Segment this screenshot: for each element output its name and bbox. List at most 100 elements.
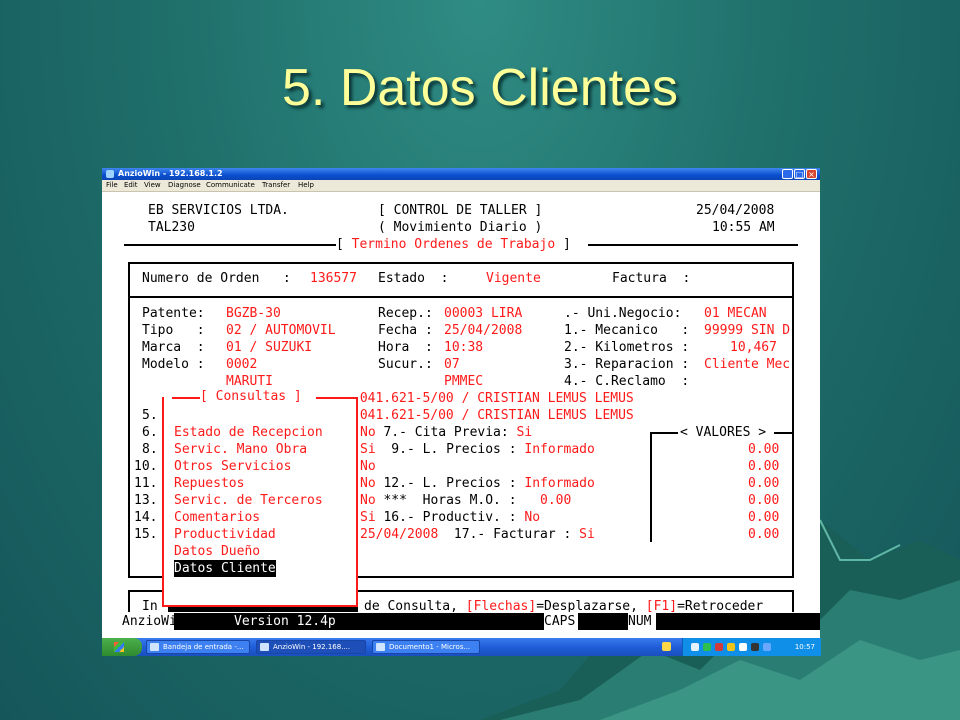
minimize-button[interactable]: _ [782, 169, 793, 179]
mechanic-label: 1.- Mecanico : [564, 323, 690, 338]
slide-title: 5. Datos Clientes [282, 59, 678, 117]
header-date: 25/04/2008 [696, 203, 775, 218]
field-row: No 12.- L. Precios : Informado [360, 476, 595, 491]
help-prefix: In [142, 599, 158, 612]
taskbar-item-inbox[interactable]: Bandeja de entrada -... [146, 640, 250, 654]
terminal-screen[interactable]: EB SERVICIOS LTDA. TAL230 [ CONTROL DE T… [102, 192, 820, 612]
field-number: 10. [134, 459, 158, 474]
popup-shadow [168, 607, 358, 612]
order-box-left [128, 262, 130, 298]
consultas-item[interactable]: Servic. Mano Obra [174, 441, 307, 458]
kilometers-label: 2.- Kilometros : [564, 340, 690, 355]
valores-rule-left [650, 432, 678, 434]
menu-diagnose[interactable]: Diagnose [168, 180, 201, 191]
consultas-item[interactable]: Comentarios [174, 509, 260, 526]
valor-amount: 0.00 [748, 510, 780, 525]
menu-view[interactable]: View [144, 180, 161, 191]
menu-file[interactable]: File [106, 180, 118, 191]
tray-icon[interactable] [739, 643, 747, 651]
order-number-label: Numero de Orden : [142, 271, 291, 286]
menu-bar: File Edit View Diagnose Communicate Tran… [102, 180, 820, 192]
consultas-item[interactable]: Repuestos [174, 475, 244, 492]
plate-label: Patente: [142, 306, 205, 321]
status-app-name: AnzioWin [122, 613, 185, 630]
tray-icon[interactable] [715, 643, 723, 651]
menu-communicate[interactable]: Communicate [206, 180, 255, 191]
menu-help[interactable]: Help [298, 180, 314, 191]
consultas-item[interactable]: Otros Servicios [174, 458, 291, 475]
valores-box-left [650, 432, 652, 542]
tray-icon[interactable] [703, 643, 711, 651]
consultas-item-selected[interactable]: Datos Cliente [174, 560, 276, 577]
client-rut: .041.621-5/00 / CRISTIAN LEMUS LEMUS [352, 408, 634, 423]
tray-icon[interactable] [727, 643, 735, 651]
maximize-button[interactable]: □ [794, 169, 805, 179]
field-number: 15. [134, 527, 158, 542]
date-value: 25/04/2008 [444, 323, 523, 338]
status-num: NUM [628, 613, 656, 630]
terminal-icon [260, 643, 269, 651]
anziowin-window[interactable]: AnzioWin - 192.168.1.2 _ □ × File Edit V… [102, 168, 821, 656]
brand-value: 01 / SUZUKI [226, 340, 313, 355]
menu-edit[interactable]: Edit [124, 180, 138, 191]
status-label: Estado : [378, 271, 449, 286]
windows-logo-icon [114, 642, 124, 652]
section-rule-left [124, 244, 336, 246]
valor-amount: 0.00 [748, 442, 780, 457]
tray-icon[interactable] [751, 643, 759, 651]
consultas-item[interactable]: Datos Dueño [174, 543, 260, 560]
speaker-icon[interactable] [763, 643, 771, 651]
order-box-top [128, 262, 794, 264]
date-label: Fecha : [378, 323, 433, 338]
popup-rule-left [172, 397, 200, 399]
terminal-status-bar: AnzioWin Version 12.4p CAPS NUM [122, 613, 820, 630]
reception-value: 00003 LIRA [444, 306, 523, 321]
module-title: [ CONTROL DE TALLER ] [378, 203, 543, 218]
order-number: 136577 [310, 271, 357, 286]
app-icon [106, 170, 114, 178]
field-number: 8. [142, 442, 158, 457]
taskbar-item-document[interactable]: Documento1 - Micros... [372, 640, 480, 654]
help-box-left [128, 590, 130, 612]
consultas-item[interactable]: Estado de Recepcion [174, 424, 323, 441]
window-titlebar[interactable]: AnzioWin - 192.168.1.2 _ □ × [102, 168, 820, 180]
company-name: EB SERVICIOS LTDA. [148, 203, 289, 218]
mail-icon [150, 643, 159, 651]
branch-label: Sucur.: [378, 357, 433, 372]
consultas-item[interactable]: Servic. de Terceros [174, 492, 323, 509]
consultas-item[interactable]: Productividad [174, 526, 276, 543]
section-title: [ Termino Ordenes de Trabajo ] [336, 237, 571, 252]
submodule-title: ( Movimiento Diario ) [378, 220, 543, 235]
mechanic-value: 99999 SIN D [704, 323, 791, 338]
owner-rut: .041.621-5/00 / CRISTIAN LEMUS LEMUS [352, 391, 634, 406]
type-value: 02 / AUTOMOVIL [226, 323, 336, 338]
status-value: Vigente [486, 271, 541, 286]
brand-label: Marca : [142, 340, 205, 355]
claim-label: 4.- C.Reclamo : [564, 374, 690, 389]
field-number: 13. [134, 493, 158, 508]
valores-rule-right [774, 432, 794, 434]
order-box-divider [128, 296, 794, 298]
taskbar-item-anziowin[interactable]: AnzioWin - 192.168.... [256, 640, 366, 654]
order-box-right [792, 262, 794, 298]
valores-title: < VALORES > [680, 425, 767, 440]
invoice-label: Factura : [612, 271, 691, 286]
field-number: 6. [142, 425, 158, 440]
windows-taskbar: Bandeja de entrada -... AnzioWin - 192.1… [102, 638, 821, 656]
field-row: 25/04/2008 17.- Facturar : Si [360, 527, 595, 542]
business-unit-value: 01 MECAN [704, 306, 767, 321]
menu-transfer[interactable]: Transfer [262, 180, 290, 191]
type-label: Tipo : [142, 323, 205, 338]
close-button[interactable]: × [806, 169, 817, 179]
repair-label: 3.- Reparacion : [564, 357, 690, 372]
consultas-title: [ Consultas ] [200, 389, 302, 404]
status-caps: CAPS [544, 613, 578, 630]
quicklaunch-icon[interactable] [662, 642, 671, 651]
start-button[interactable] [102, 638, 142, 656]
hour-value: 10:38 [444, 340, 484, 355]
hour-label: Hora : [378, 340, 433, 355]
model-value: 0002 [226, 357, 258, 372]
section-rule-right [588, 244, 798, 246]
tray-icon[interactable] [691, 643, 699, 651]
popup-rule-right [316, 397, 356, 399]
